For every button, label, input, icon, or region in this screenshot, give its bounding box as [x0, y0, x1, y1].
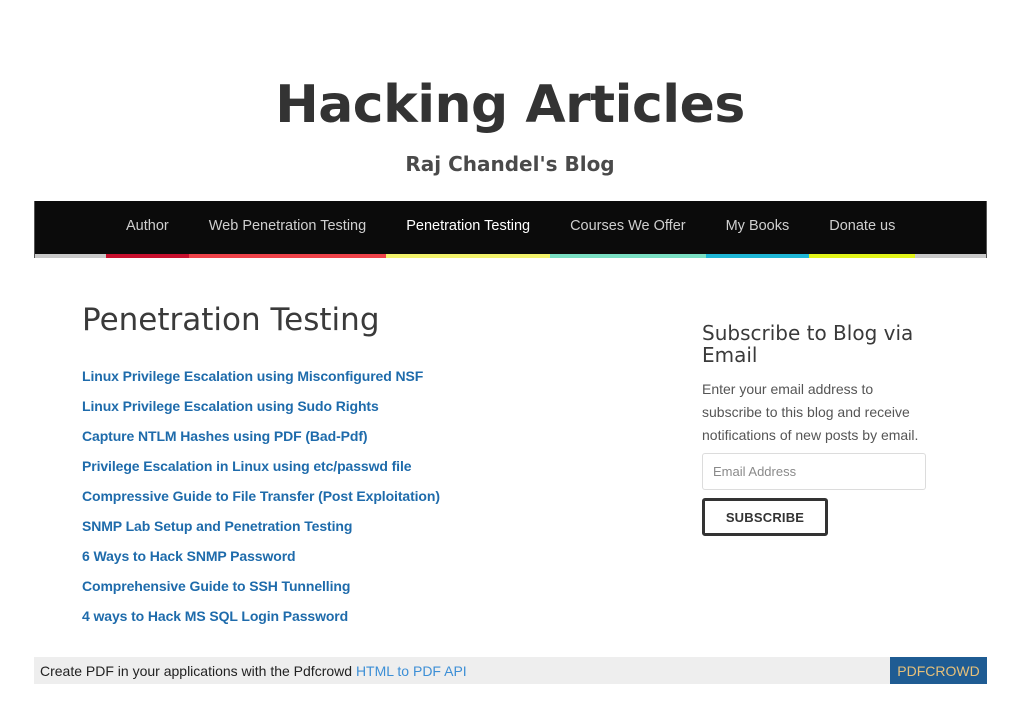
post-list-item: 6 Ways to Hack SNMP Password: [82, 546, 440, 576]
page-title: Penetration Testing: [82, 302, 380, 338]
post-list-item: Privilege Escalation in Linux using etc/…: [82, 456, 440, 486]
post-link[interactable]: Privilege Escalation in Linux using etc/…: [82, 458, 412, 474]
post-list-item: SNMP Lab Setup and Penetration Testing: [82, 516, 440, 546]
post-list: Linux Privilege Escalation using Misconf…: [82, 366, 440, 636]
post-list-item: Compressive Guide to File Transfer (Post…: [82, 486, 440, 516]
nav-item-author[interactable]: Author: [106, 201, 189, 258]
nav-item-label: Penetration Testing: [406, 217, 531, 234]
post-link[interactable]: 6 Ways to Hack SNMP Password: [82, 548, 296, 564]
nav-item-color-stripe: [809, 254, 916, 258]
subscribe-widget-title: Subscribe to Blog via Email: [702, 321, 914, 367]
pdfcrowd-text: Create PDF in your applications with the…: [40, 663, 467, 679]
post-link[interactable]: Compressive Guide to File Transfer (Post…: [82, 488, 440, 504]
post-list-item: Comprehensive Guide to SSH Tunnelling: [82, 576, 440, 606]
post-link[interactable]: Capture NTLM Hashes using PDF (Bad-Pdf): [82, 428, 368, 444]
nav-item-color-stripe: [106, 254, 189, 258]
post-link[interactable]: 4 ways to Hack MS SQL Login Password: [82, 608, 348, 624]
post-list-item: Linux Privilege Escalation using Sudo Ri…: [82, 396, 440, 426]
nav-item-label: Courses We Offer: [570, 217, 686, 234]
site-tagline: Raj Chandel's Blog: [405, 152, 615, 176]
nav-item-web-penetration-testing[interactable]: Web Penetration Testing: [188, 201, 387, 258]
nav-item-color-stripe: [188, 254, 387, 258]
post-list-item: 4 ways to Hack MS SQL Login Password: [82, 606, 440, 636]
nav-item-label: Web Penetration Testing: [208, 217, 367, 234]
subscribe-widget: Subscribe to Blog via Email Enter your e…: [702, 322, 932, 447]
subscribe-button[interactable]: SUBSCRIBE: [702, 498, 828, 536]
nav-item-donate-us[interactable]: Donate us: [809, 201, 916, 258]
post-list-item: Capture NTLM Hashes using PDF (Bad-Pdf): [82, 426, 440, 456]
nav-item-label: My Books: [725, 217, 790, 234]
post-link[interactable]: Linux Privilege Escalation using Misconf…: [82, 368, 423, 384]
pdfcrowd-banner: Create PDF in your applications with the…: [34, 657, 987, 684]
pdfcrowd-message: Create PDF in your applications with the…: [40, 662, 353, 679]
nav-item-label: Author: [126, 217, 169, 234]
nav-item-label: Donate us: [829, 217, 896, 234]
nav-item-color-stripe: [550, 254, 706, 258]
email-address-input[interactable]: [702, 453, 926, 490]
nav-item-penetration-testing[interactable]: Penetration Testing: [386, 201, 551, 258]
post-link[interactable]: Comprehensive Guide to SSH Tunnelling: [82, 578, 350, 594]
nav-item-my-books[interactable]: My Books: [705, 201, 810, 258]
nav-item-color-stripe: [705, 254, 810, 258]
post-list-item: Linux Privilege Escalation using Misconf…: [82, 366, 440, 396]
html-to-pdf-api-link[interactable]: HTML to PDF API: [356, 663, 467, 679]
post-link[interactable]: SNMP Lab Setup and Penetration Testing: [82, 518, 352, 534]
nav-menu: Author Web Penetration Testing Penetration…: [106, 201, 916, 258]
pdfcrowd-brand-button[interactable]: PDFCROWD: [890, 657, 987, 684]
subscribe-description: Enter your email address to subscribe to…: [702, 381, 919, 443]
main-navigation: Author Web Penetration Testing Penetration…: [34, 201, 987, 258]
site-title[interactable]: Hacking Articles: [0, 70, 1020, 140]
post-link[interactable]: Linux Privilege Escalation using Sudo Ri…: [82, 398, 379, 414]
nav-item-courses-we-offer[interactable]: Courses We Offer: [550, 201, 706, 258]
nav-item-color-stripe: [386, 254, 551, 258]
